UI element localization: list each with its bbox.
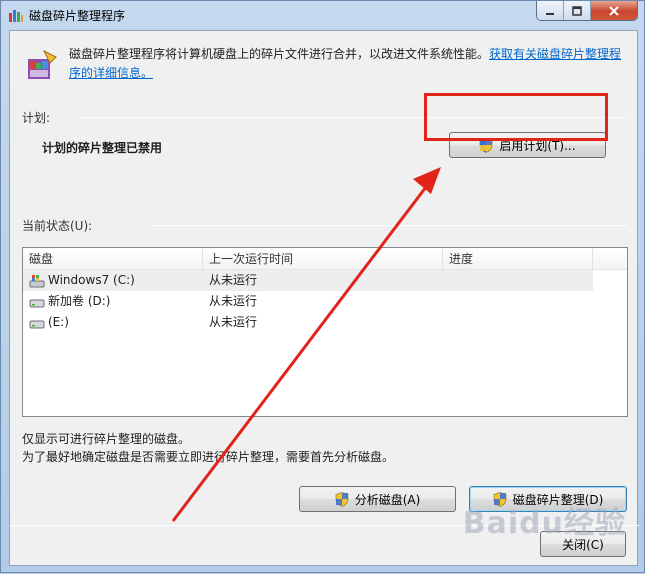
disk-list[interactable]: 磁盘 上一次运行时间 进度 Windows7 (C:) 从未运行 新加卷 (D:… [22, 247, 628, 417]
close-icon [609, 5, 619, 16]
status-separator [150, 225, 627, 226]
last-run-cell: 从未运行 [209, 315, 258, 329]
current-status-label: 当前状态(U): [22, 219, 93, 233]
disk-row-d[interactable]: 新加卷 (D:) 从未运行 [23, 291, 627, 312]
description: 磁盘碎片整理程序将计算机硬盘上的碎片文件进行合并，以改进文件系统性能。获取有关磁… [69, 45, 629, 83]
progress-cell [443, 312, 593, 333]
schedule-status: 计划的碎片整理已禁用 [42, 141, 163, 155]
analyze-disk-label: 分析磁盘(A) [354, 492, 421, 507]
uac-shield-icon [480, 137, 493, 153]
last-run-cell: 从未运行 [209, 294, 258, 308]
defrag-disk-label: 磁盘碎片整理(D) [512, 492, 604, 507]
maximize-icon [572, 5, 582, 16]
progress-cell [443, 270, 593, 291]
column-progress[interactable]: 进度 [443, 248, 593, 270]
close-button[interactable]: 关闭(C) [540, 531, 626, 557]
disk-name: (E:) [48, 315, 69, 329]
last-run-cell: 从未运行 [209, 273, 258, 287]
disk-cell: Windows7 (C:) [23, 270, 203, 291]
note-analyze-first: 为了最好地确定磁盘是否需要立即进行碎片整理，需要首先分析磁盘。 [22, 450, 395, 464]
description-text: 磁盘碎片整理程序将计算机硬盘上的碎片文件进行合并，以改进文件系统性能。 [69, 47, 490, 61]
uac-shield-icon [335, 491, 349, 507]
disk-name: Windows7 (C:) [48, 273, 135, 287]
schedule-label: 计划: [22, 111, 51, 125]
defrag-header-icon [28, 49, 57, 79]
minimize-button[interactable] [537, 1, 564, 20]
enable-schedule-label: 启用计划(T)... [499, 138, 576, 153]
maximize-button[interactable] [564, 1, 591, 20]
defrag-app-icon [9, 10, 23, 22]
disk-row-e[interactable]: (E:) 从未运行 [23, 312, 627, 333]
dialog-content: 磁盘碎片整理程序将计算机硬盘上的碎片文件进行合并，以改进文件系统性能。获取有关磁… [9, 30, 639, 566]
disk-name: 新加卷 (D:) [48, 294, 111, 308]
schedule-separator [82, 117, 627, 118]
disk-cell: (E:) [23, 312, 203, 333]
window-title: 磁盘碎片整理程序 [29, 9, 126, 23]
disk-cell: 新加卷 (D:) [23, 291, 203, 312]
close-label: 关闭(C) [562, 537, 604, 552]
window-controls [536, 1, 638, 21]
note-defraggable-only: 仅显示可进行碎片整理的磁盘。 [22, 432, 191, 446]
column-last-run[interactable]: 上一次运行时间 [203, 248, 443, 270]
defrag-disk-button[interactable]: 磁盘碎片整理(D) [469, 486, 627, 512]
disk-row-c[interactable]: Windows7 (C:) 从未运行 [23, 270, 593, 291]
footer-separator [10, 525, 639, 526]
hard-drive-icon [29, 299, 45, 307]
title-bar[interactable]: 磁盘碎片整理程序 [1, 1, 644, 29]
system-drive-icon [29, 274, 45, 287]
uac-shield-icon [493, 491, 506, 507]
hard-drive-icon [29, 320, 45, 328]
column-disk[interactable]: 磁盘 [23, 248, 203, 270]
defrag-window: 磁盘碎片整理程序 磁盘碎片整理程序将计算机硬盘上的碎片文件进行合并，以改进文件系… [0, 0, 645, 573]
minimize-icon [546, 12, 554, 15]
progress-cell [443, 291, 593, 312]
analyze-disk-button[interactable]: 分析磁盘(A) [299, 486, 456, 512]
disk-list-header: 磁盘 上一次运行时间 进度 [23, 248, 627, 270]
enable-schedule-button[interactable]: 启用计划(T)... [449, 132, 606, 158]
close-window-button[interactable] [591, 1, 637, 20]
